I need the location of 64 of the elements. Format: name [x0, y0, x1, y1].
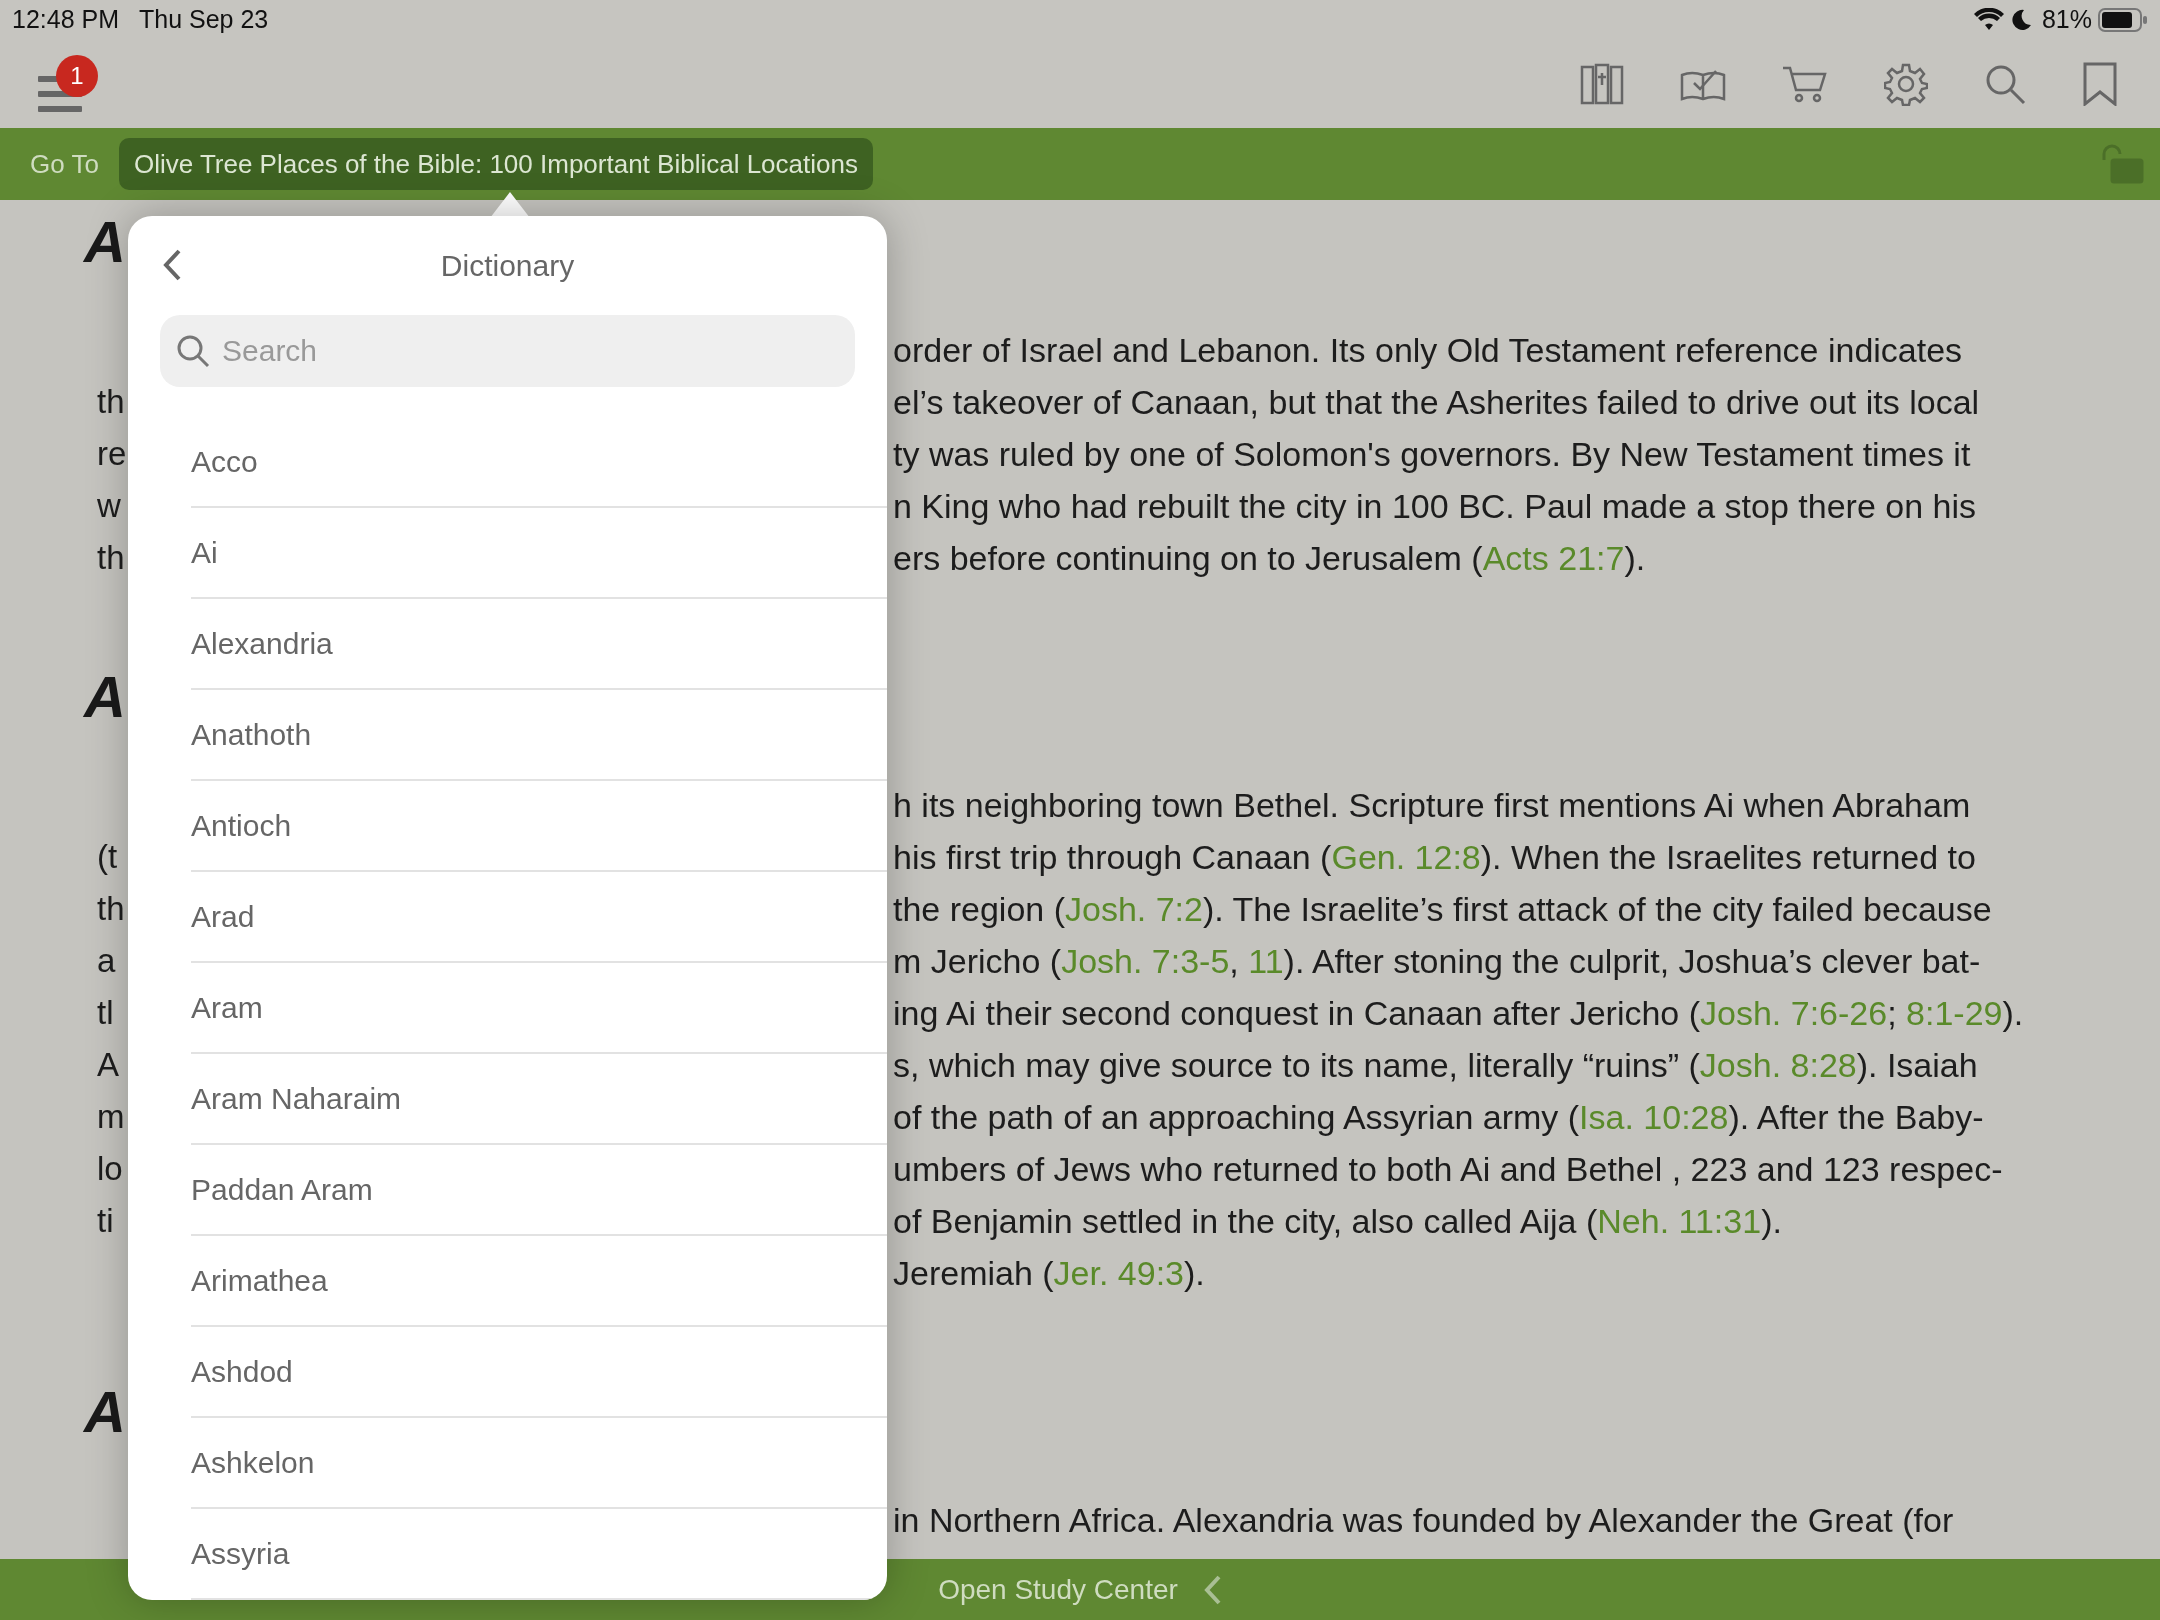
search-field[interactable]: Search [160, 315, 855, 387]
dictionary-entry[interactable]: Ai [191, 508, 887, 599]
body-text-line: of the path of an approaching Assyrian army (Isa. 10:28). After the Baby- [893, 1096, 1984, 1138]
body-text-fragment: th [97, 539, 125, 577]
section-heading: A [84, 1377, 126, 1446]
go-to-button[interactable]: Go To [18, 139, 111, 189]
dictionary-entry[interactable]: Arad [191, 872, 887, 963]
status-time: 12:48 PM [12, 4, 119, 36]
body-text-fragment: (t [97, 838, 118, 876]
body-text-fragment: tl [97, 994, 114, 1032]
body-text-fragment: w [97, 487, 121, 525]
body-text-line: h its neighboring town Bethel. Scripture first mentions Ai when Abraham [893, 784, 1971, 826]
body-text-line: ty was ruled by one of Solomon's governors. By New Testament times it [893, 433, 1971, 475]
dictionary-entry[interactable]: Anathoth [191, 690, 887, 781]
open-study-center-button[interactable]: Open Study Center [938, 1564, 1222, 1615]
body-text-fragment: th [97, 383, 125, 421]
book-title-button[interactable]: Olive Tree Places of the Bible: 100 Important Biblical Locations [118, 138, 873, 190]
body-text-line: m Jericho (Josh. 7:3-5, 11). After stoning the culprit, Joshua’s clever bat- [893, 940, 1981, 982]
body-text-line: n King who had rebuilt the city in 100 BC. Paul made a stop there on his [893, 485, 1976, 527]
dictionary-entry[interactable]: Aram [191, 963, 887, 1054]
section-heading: A [84, 662, 126, 731]
search-icon[interactable] [1984, 63, 2026, 105]
dictionary-entry[interactable]: Arimathea [191, 1236, 887, 1327]
bookmark-icon[interactable] [2082, 62, 2118, 106]
chevron-left-icon [1203, 1574, 1222, 1605]
body-text-line: ing Ai their second conquest in Canaan after Jericho (Josh. 7:6-26; 8:1-29). [893, 992, 2024, 1034]
body-text-fragment: re [97, 435, 127, 473]
body-text-line: ers before continuing on to Jerusalem (Acts 21:7). [893, 537, 1646, 579]
body-text-line: el’s takeover of Canaan, but that the Asherites failed to drive out its local [893, 381, 1980, 423]
dictionary-entry[interactable]: Assyria [191, 1509, 887, 1600]
section-heading: A [84, 207, 126, 276]
dictionary-entry[interactable]: Ashkelon [191, 1418, 887, 1509]
dictionary-entry[interactable]: Paddan Aram [191, 1145, 887, 1236]
moon-icon [2011, 9, 2032, 31]
body-text-fragment: A [97, 1046, 119, 1084]
body-text-fragment: th [97, 890, 125, 928]
body-text-line: umbers of Jews who returned to both Ai and Bethel , 223 and 123 respec- [893, 1148, 2003, 1190]
body-text-fragment: a [97, 942, 116, 980]
popover-title: Dictionary [440, 248, 575, 284]
body-text-line: Jeremiah (Jer. 49:3). [893, 1252, 1205, 1294]
body-text-line: s, which may give source to its name, literally “ruins” (Josh. 8:28). Isaiah [893, 1044, 1978, 1086]
battery-percent: 81% [2041, 4, 2092, 36]
wifi-icon [1973, 8, 2004, 32]
dictionary-entry[interactable]: Acco [191, 417, 887, 508]
body-text-line: order of Israel and Lebanon. Its only Old Testament reference indicates [893, 329, 1963, 371]
back-icon[interactable] [161, 248, 183, 282]
settings-icon[interactable] [1884, 62, 1928, 106]
cart-icon[interactable] [1782, 64, 1828, 104]
body-text-line: his first trip through Canaan (Gen. 12:8). When the Israelites returned to [893, 836, 1976, 878]
body-text-line: the region (Josh. 7:2). The Israelite’s first attack of the city failed because [893, 888, 1992, 930]
search-icon [176, 334, 210, 368]
battery-icon [2098, 8, 2148, 32]
notification-badge: 1 [56, 55, 98, 97]
dictionary-entry[interactable]: Aram Naharaim [191, 1054, 887, 1145]
body-text-fragment: lo [97, 1150, 123, 1188]
dictionary-entry[interactable]: Antioch [191, 781, 887, 872]
dictionary-entry[interactable]: Ashdod [191, 1327, 887, 1418]
library-icon[interactable] [1580, 63, 1624, 105]
body-text-fragment: ti [97, 1202, 114, 1240]
status-date: Thu Sep 23 [139, 4, 269, 36]
dictionary-entry[interactable]: Alexandria [191, 599, 887, 690]
body-text-line: in Northern Africa. Alexandria was founded by Alexander the Great (for [893, 1499, 1954, 1541]
body-text-line: of Benjamin settled in the city, also called Aija (Neh. 11:31). [893, 1200, 1782, 1242]
body-text-fragment: m [97, 1098, 125, 1136]
